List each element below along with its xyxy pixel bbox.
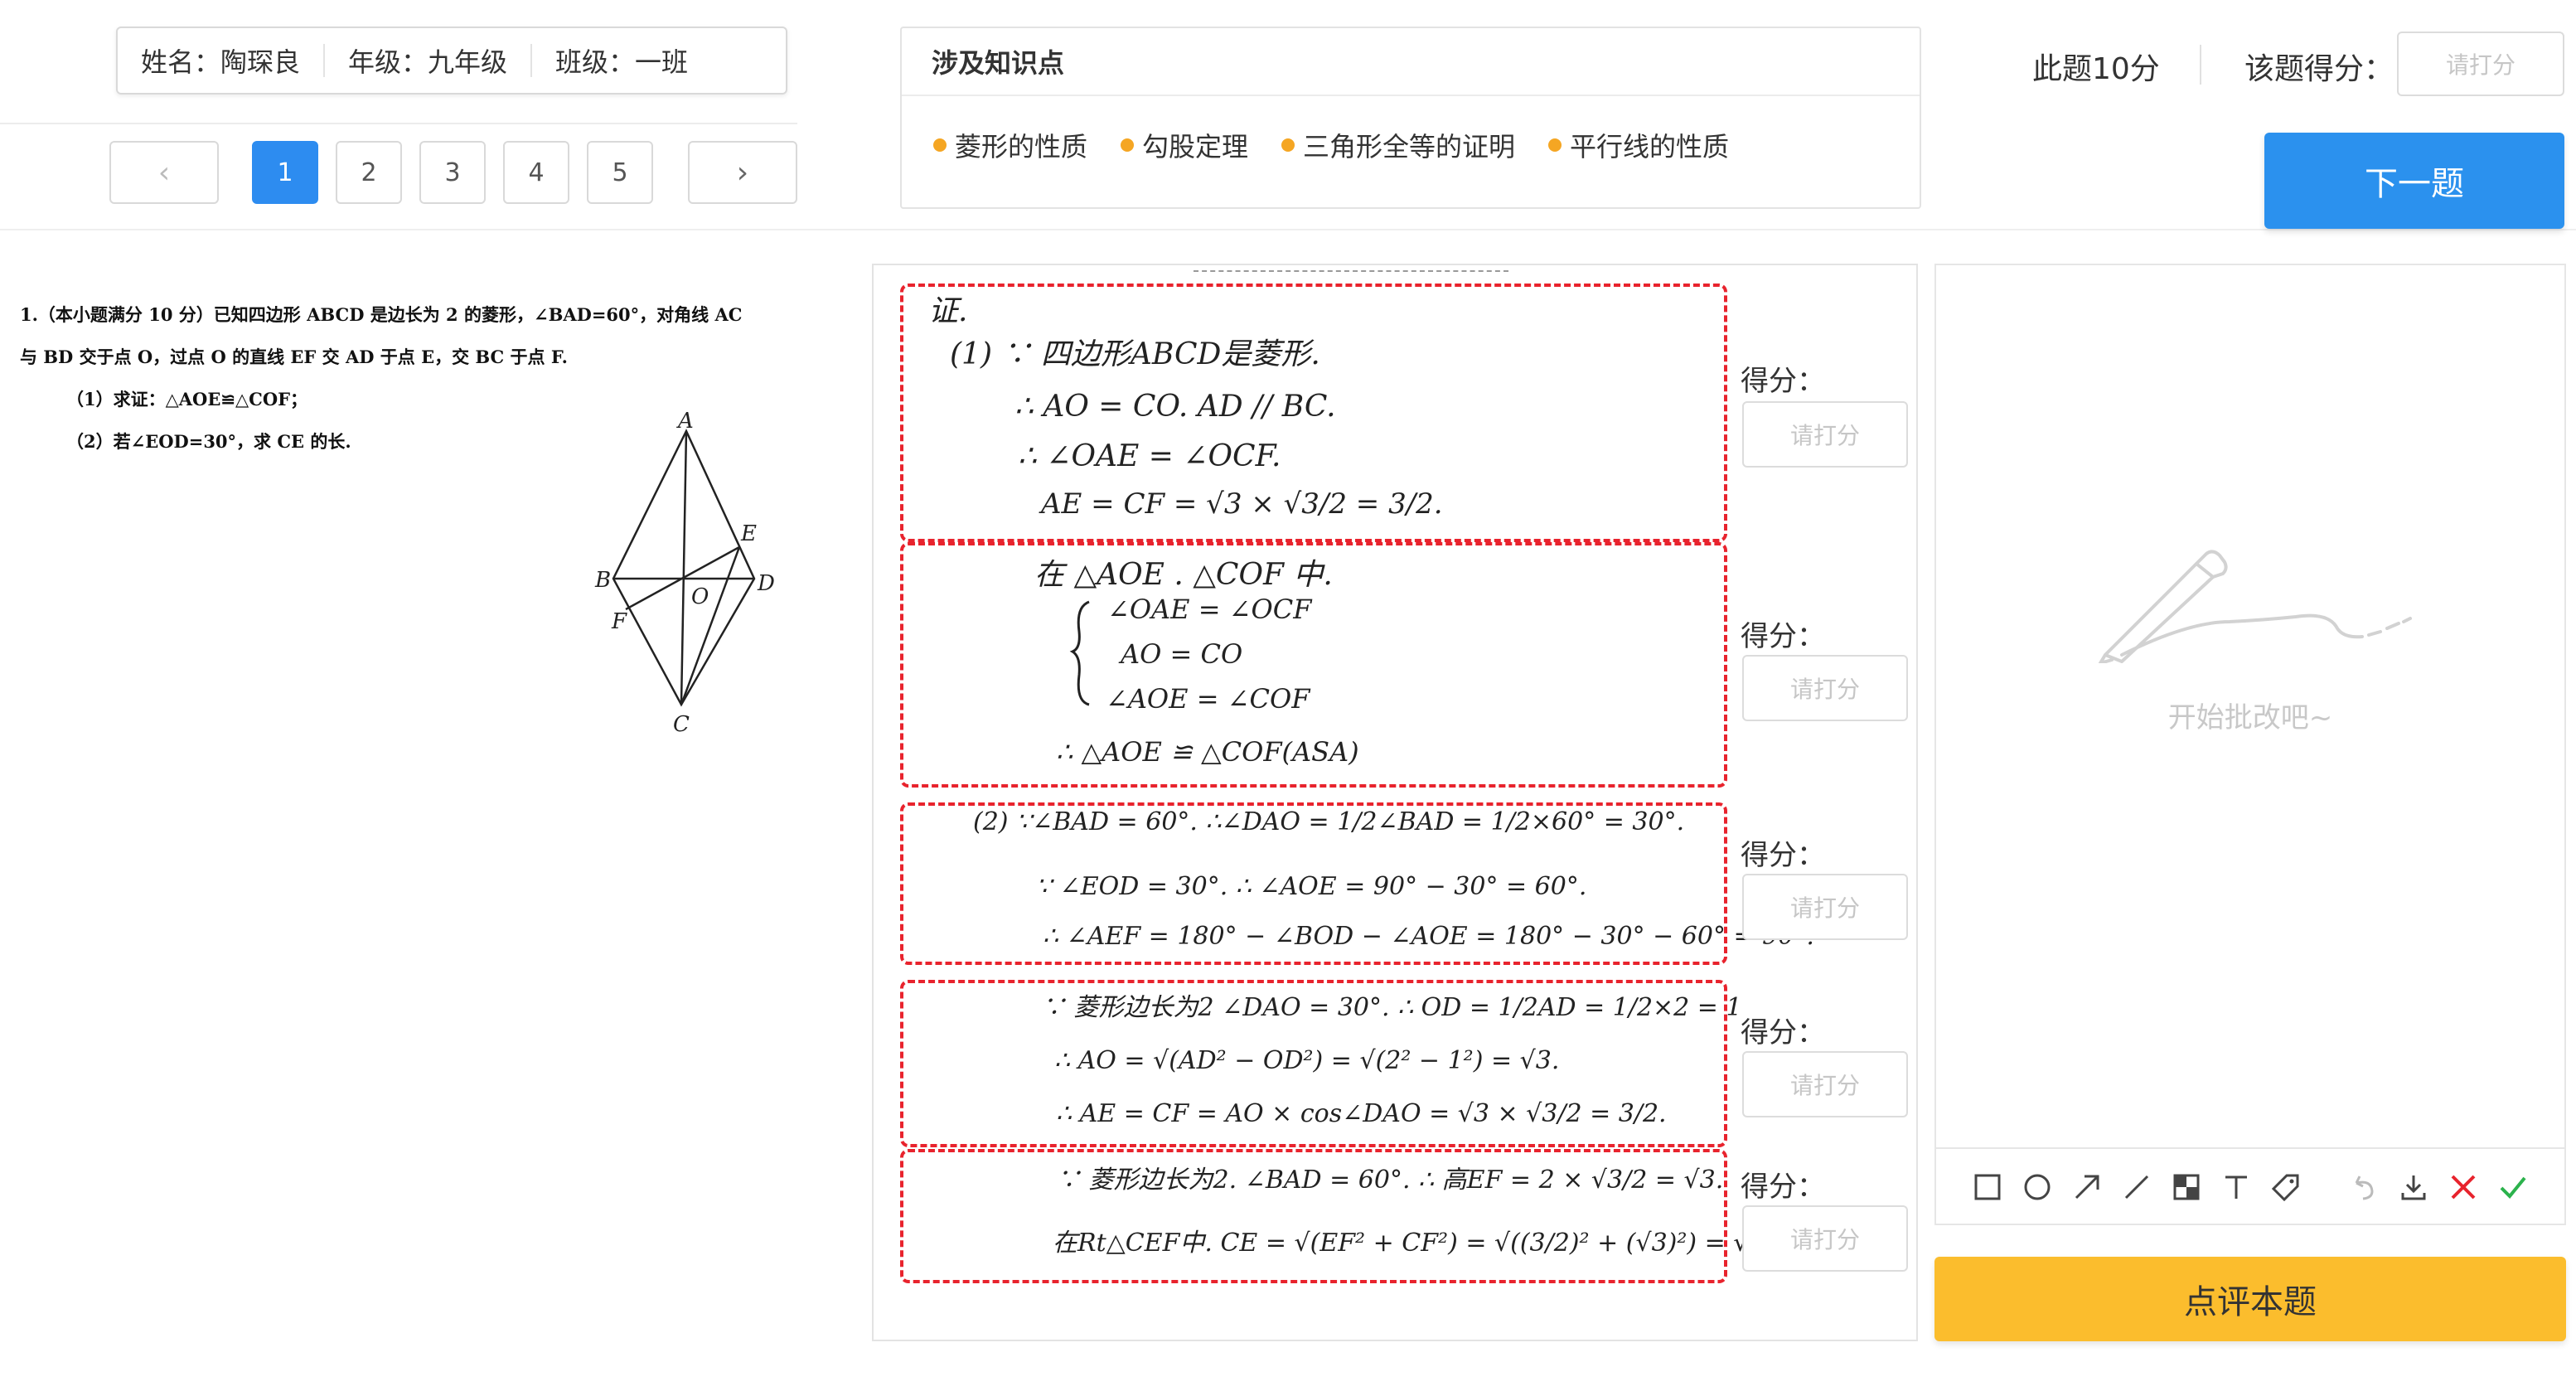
- segment-score-input[interactable]: 请打分: [1742, 1051, 1908, 1117]
- rhombus-figure: A B C D E F O: [594, 409, 775, 737]
- knowledge-point-label: 三角形全等的证明: [1303, 131, 1516, 162]
- circle-icon[interactable]: [2012, 1162, 2062, 1212]
- handwriting-line: ∴ △AOE ≌ △COF(ASA): [1056, 736, 1359, 768]
- knowledge-point-item: 三角形全等的证明: [1281, 126, 1515, 164]
- question-line: 与 BD 交于点 O，过点 O 的直线 EF 交 AD 于点 E，交 BC 于点…: [20, 347, 568, 367]
- handwriting-line: ∵ 菱形边长为2 ∠DAO = 30°. ∴ OD = 1/2AD = 1/2×…: [1041, 993, 1742, 1022]
- empty-state-text: 开始批改吧~: [2167, 701, 2333, 734]
- next-page-button[interactable]: ›: [688, 141, 797, 204]
- page-button-2[interactable]: 2: [336, 141, 402, 204]
- segment-score-input[interactable]: 请打分: [1742, 874, 1908, 940]
- student-grade: 年级：九年级: [348, 46, 508, 78]
- bullet-dot-icon: [1548, 138, 1562, 152]
- figure-label-O: O: [691, 584, 709, 609]
- figure-label-D: D: [757, 571, 775, 596]
- line-icon[interactable]: [2112, 1162, 2162, 1212]
- knowledge-point-item: 勾股定理: [1121, 126, 1248, 164]
- knowledge-point-item: 平行线的性质: [1548, 126, 1729, 164]
- comment-question-button[interactable]: 点评本题: [1934, 1257, 2566, 1341]
- handwriting-line: AE = CF = √3 × √3/2 = 3/2.: [1041, 487, 1443, 521]
- pencil-illustration-icon: [2099, 550, 2412, 663]
- figure-label-F: F: [611, 609, 627, 634]
- handwriting-line: 证.: [928, 294, 968, 328]
- handwriting-line: AO = CO: [1121, 638, 1243, 670]
- download-icon[interactable]: [2389, 1162, 2438, 1212]
- arrow-icon[interactable]: [2062, 1162, 2112, 1212]
- question-line: 1.（本小题满分 10 分）已知四边形 ABCD 是边长为 2 的菱形，∠BAD…: [20, 304, 743, 325]
- student-name: 姓名：陶琛良: [141, 46, 301, 78]
- knowledge-points-title: 涉及知识点: [902, 28, 1920, 96]
- page-button-1[interactable]: 1: [252, 141, 318, 204]
- rectangle-icon[interactable]: [1963, 1162, 2012, 1212]
- text-icon[interactable]: [2211, 1162, 2261, 1212]
- divider: [0, 229, 2576, 230]
- knowledge-points-panel: 涉及知识点 菱形的性质 勾股定理 三角形全等的证明 平行线的性质: [900, 27, 1921, 209]
- brace-icon: [1069, 600, 1090, 706]
- figure-label-B: B: [594, 568, 611, 593]
- knowledge-point-label: 菱形的性质: [955, 131, 1088, 162]
- undo-icon[interactable]: [2339, 1162, 2389, 1212]
- figure-label-E: E: [740, 521, 757, 546]
- divider: [0, 123, 797, 124]
- handwriting-line: (2) ∵∠BAD = 60°. ∴∠DAO = 1/2∠BAD = 1/2×6…: [973, 807, 1685, 836]
- handwriting-line: ∵ ∠EOD = 30°. ∴ ∠AOE = 90° − 30° = 60°.: [1036, 872, 1587, 901]
- segment-score-input[interactable]: 请打分: [1742, 655, 1908, 721]
- handwriting-line: ∴ AE = CF = AO × cos∠DAO = √3 × √3/2 = 3…: [1056, 1099, 1667, 1128]
- handwriting-line: ∴ ∠AEF = 180° − ∠BOD − ∠AOE = 180° − 30°…: [1043, 922, 1814, 951]
- handwriting-line: ∴ AO = √(AD² − OD²) = √(2² − 1²) = √3.: [1054, 1046, 1560, 1075]
- bullet-dot-icon: [933, 138, 947, 152]
- right-mark-icon[interactable]: [2488, 1162, 2538, 1212]
- page-button-3[interactable]: 3: [419, 141, 486, 204]
- figure-label-C: C: [673, 712, 690, 737]
- mosaic-icon[interactable]: [2162, 1162, 2211, 1212]
- next-question-button[interactable]: 下一题: [2264, 133, 2564, 229]
- figure-label-A: A: [676, 409, 694, 434]
- annotation-toolbar: [1934, 1147, 2566, 1225]
- knowledge-point-label: 平行线的性质: [1570, 131, 1730, 162]
- segment-score-label: 得分：: [1741, 365, 1825, 398]
- handwriting-line: ∵ 菱形边长为2. ∠BAD = 60°. ∴ 高EF = 2 × √3/2 =…: [1056, 1166, 1724, 1195]
- bullet-dot-icon: [1281, 138, 1295, 152]
- wrong-mark-icon[interactable]: [2438, 1162, 2488, 1212]
- handwriting-line: (1) ∵ 四边形ABCD是菱形.: [950, 337, 1320, 371]
- handwriting-line: ∴ ∠OAE = ∠OCF.: [1018, 439, 1281, 473]
- segment-score-label: 得分：: [1741, 620, 1825, 653]
- handwriting-line: ∠OAE = ∠OCF: [1107, 594, 1312, 625]
- chevron-right-icon: ›: [736, 155, 749, 190]
- divider: [2200, 45, 2201, 85]
- handwriting-line: 在Rt△CEF中. CE = √(EF² + CF²) = √((3/2)² +…: [1053, 1229, 1805, 1258]
- total-score-label: 该题得分：: [2244, 52, 2394, 86]
- segment-score-input[interactable]: 请打分: [1742, 1205, 1908, 1272]
- segment-score-label: 得分：: [1741, 1016, 1825, 1049]
- handwriting-line: ∠AOE = ∠COF: [1106, 683, 1310, 715]
- chevron-left-icon: ‹: [157, 155, 171, 190]
- bullet-dot-icon: [1121, 138, 1135, 152]
- knowledge-point-label: 勾股定理: [1142, 131, 1249, 162]
- tag-icon[interactable]: [2261, 1162, 2311, 1212]
- student-info-box: 姓名：陶琛良 年级：九年级 班级：一班: [116, 27, 787, 95]
- review-canvas[interactable]: [1934, 264, 2566, 1225]
- page-button-4[interactable]: 4: [503, 141, 569, 204]
- handwriting-line: 在 △AOE . △COF 中.: [1034, 558, 1333, 592]
- total-score-input[interactable]: 请打分: [2397, 32, 2564, 96]
- student-class: 班级：一班: [555, 46, 689, 78]
- handwriting-line: ∴ AO = CO. AD // BC.: [1014, 390, 1336, 424]
- page-button-5[interactable]: 5: [587, 141, 653, 204]
- segment-score-label: 得分：: [1741, 839, 1825, 872]
- segment-score-input[interactable]: 请打分: [1742, 401, 1908, 468]
- segment-score-label: 得分：: [1741, 1171, 1825, 1204]
- question-points: 此题10分: [2032, 52, 2160, 86]
- prev-page-button[interactable]: ‹: [109, 141, 219, 204]
- knowledge-point-item: 菱形的性质: [933, 126, 1087, 164]
- sheet-top-edge: [1194, 270, 1508, 274]
